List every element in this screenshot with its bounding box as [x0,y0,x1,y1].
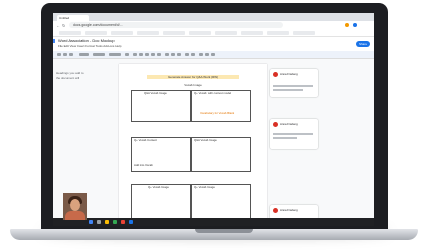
zoom-select[interactable] [79,53,89,56]
profile-avatar-icon[interactable] [345,23,349,27]
address-bar: ← ↻ docs.google.com/document/d/... [53,21,374,30]
indent-icon[interactable] [211,53,215,56]
laptop-screen: Untitled ← ↻ docs.google.com/document/d/… [53,13,374,226]
header-highlight: Generate Answer for Q&A Work (RW) [147,75,239,79]
webcam-overlay [63,193,87,220]
bookmark-item[interactable] [59,31,81,35]
url-input[interactable]: docs.google.com/document/d/... [69,22,283,28]
account-avatar-icon[interactable] [353,23,357,27]
cell-label: Q&A Vocab Image [144,91,167,95]
commenter-avatar [273,208,278,213]
document-outline: Headings you add to the document will [56,71,84,81]
commenter-name: Anna Frieberg [280,208,298,212]
back-icon[interactable]: ← [56,23,60,28]
bold-icon[interactable] [133,53,137,56]
bookmark-item[interactable] [85,31,107,35]
cell-label: Q+ Vocab Content [134,138,157,142]
image-icon[interactable] [177,53,181,56]
print-icon[interactable] [69,53,73,56]
highlight-icon[interactable] [157,53,161,56]
comment-text [273,137,297,139]
comment-text [273,85,313,87]
formatting-toolbar [53,51,374,59]
comment-card[interactable]: Anna Frieberg [270,205,318,219]
reload-icon[interactable]: ↻ [62,23,65,28]
docs-header: Word Association - Doc Mockup File Edit … [53,37,374,51]
table-cell[interactable]: Q+ Vocab Image [191,184,251,220]
menu-bar[interactable]: File Edit View Insert Format Tools Add-o… [58,44,121,48]
table-cell[interactable]: Q+ Vocab Content Add into Vocab [131,137,191,172]
table-cell[interactable]: Q+ Vocab: with context model Vocabulary … [191,90,251,122]
redo-icon[interactable] [63,53,67,56]
line-spacing-icon[interactable] [191,53,195,56]
app-icon[interactable] [129,220,133,224]
webcam-person-body [65,211,85,220]
table-cell[interactable]: Q+ Vocab Image [131,184,191,220]
search-icon[interactable] [97,220,101,224]
table-cell[interactable]: Q&A Vocab Image [191,137,251,172]
bookmark-item[interactable] [241,31,263,35]
document-page[interactable]: Generate Answer for Q&A Work (RW) Vocab … [119,64,267,226]
table-cell[interactable]: Q&A Vocab Image [131,90,191,122]
laptop-base [10,229,418,240]
italic-icon[interactable] [139,53,143,56]
bookmark-item[interactable] [215,31,237,35]
font-select[interactable] [109,53,121,56]
browser-tab-bar: Untitled [53,13,374,21]
cell-label: Q+ Vocab Image [148,185,169,189]
laptop-notch [195,229,253,233]
bookmark-item[interactable] [111,31,133,35]
comment-icon[interactable] [171,53,175,56]
style-select[interactable] [93,53,105,56]
app-icon[interactable] [121,220,125,224]
bookmark-item[interactable] [267,31,289,35]
list-icon[interactable] [199,53,203,56]
start-icon[interactable] [89,220,93,224]
docs-logo-icon[interactable] [53,39,55,43]
document-heading: Vocab Image [184,83,202,87]
font-size-input[interactable] [125,53,129,56]
cell-note: Vocabulary for Vocab Blank [200,111,235,115]
numbered-list-icon[interactable] [205,53,209,56]
os-taskbar [53,218,374,226]
cell-note: Add into Vocab [134,163,153,167]
align-icon[interactable] [185,53,189,56]
cell-label: Q+ Vocab Image [194,185,215,189]
commenter-avatar [273,122,278,127]
bookmark-item[interactable] [137,31,159,35]
document-canvas: Headings you add to the document will Ge… [53,59,374,226]
document-title[interactable]: Word Association - Doc Mockup [58,38,115,43]
commenter-avatar [273,72,278,77]
link-icon[interactable] [165,53,169,56]
share-button[interactable]: Share [356,41,370,47]
bookmark-item[interactable] [293,31,315,35]
webcam-person-face [70,199,80,211]
comment-card[interactable]: Anna Frieberg [270,119,318,149]
chrome-icon[interactable] [113,220,117,224]
commenter-name: Anna Frieberg [280,122,298,126]
bookmarks-bar [53,30,374,37]
cell-label: Q&A Vocab Image [194,138,217,142]
bookmark-item[interactable] [189,31,211,35]
cell-label: Q+ Vocab: with context model [194,91,232,95]
comment-card[interactable]: Anna Frieberg [270,69,318,97]
comment-text [273,133,313,135]
bookmark-item[interactable] [163,31,185,35]
comment-text [273,89,303,91]
underline-icon[interactable] [145,53,149,56]
text-color-icon[interactable] [151,53,155,56]
commenter-name: Anna Frieberg [280,72,298,76]
undo-icon[interactable] [57,53,61,56]
folder-icon[interactable] [105,220,109,224]
outline-item: the document will [56,76,80,80]
